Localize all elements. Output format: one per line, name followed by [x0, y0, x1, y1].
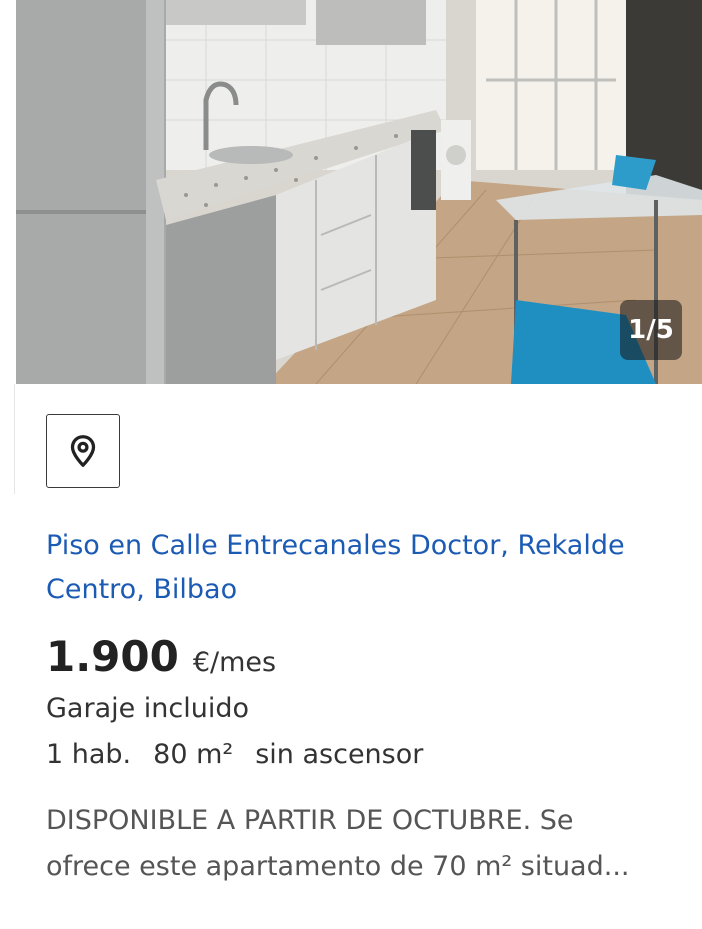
listing-photo[interactable]: 1/5 — [16, 0, 702, 384]
card-left-border — [14, 384, 15, 494]
price-row: 1.900 €/mes — [46, 632, 276, 681]
map-pin-icon — [70, 435, 96, 467]
garage-info: Garaje incluido — [46, 693, 250, 724]
map-location-button[interactable] — [46, 414, 120, 488]
listing-price: 1.900 — [46, 632, 179, 681]
feature-elevator: sin ascensor — [255, 739, 424, 770]
listing-description[interactable]: DISPONIBLE A PARTIR DE OCTUBRE. Se ofrec… — [46, 798, 676, 890]
description-line: DISPONIBLE A PARTIR DE OCTUBRE. Se — [46, 805, 574, 836]
listing-features: 1 hab. 80 m² sin ascensor — [46, 739, 445, 770]
price-unit: €/mes — [192, 647, 277, 678]
feature-area: 80 m² — [153, 739, 234, 770]
description-line: ofrece este apartamento de 70 m² situad.… — [46, 851, 630, 882]
listing-title-link[interactable]: Piso en Calle Entrecanales Doctor, Rekal… — [46, 524, 666, 612]
feature-rooms: 1 hab. — [46, 739, 132, 770]
kitchen-photo-illustration — [16, 0, 702, 384]
photo-counter: 1/5 — [620, 300, 682, 360]
